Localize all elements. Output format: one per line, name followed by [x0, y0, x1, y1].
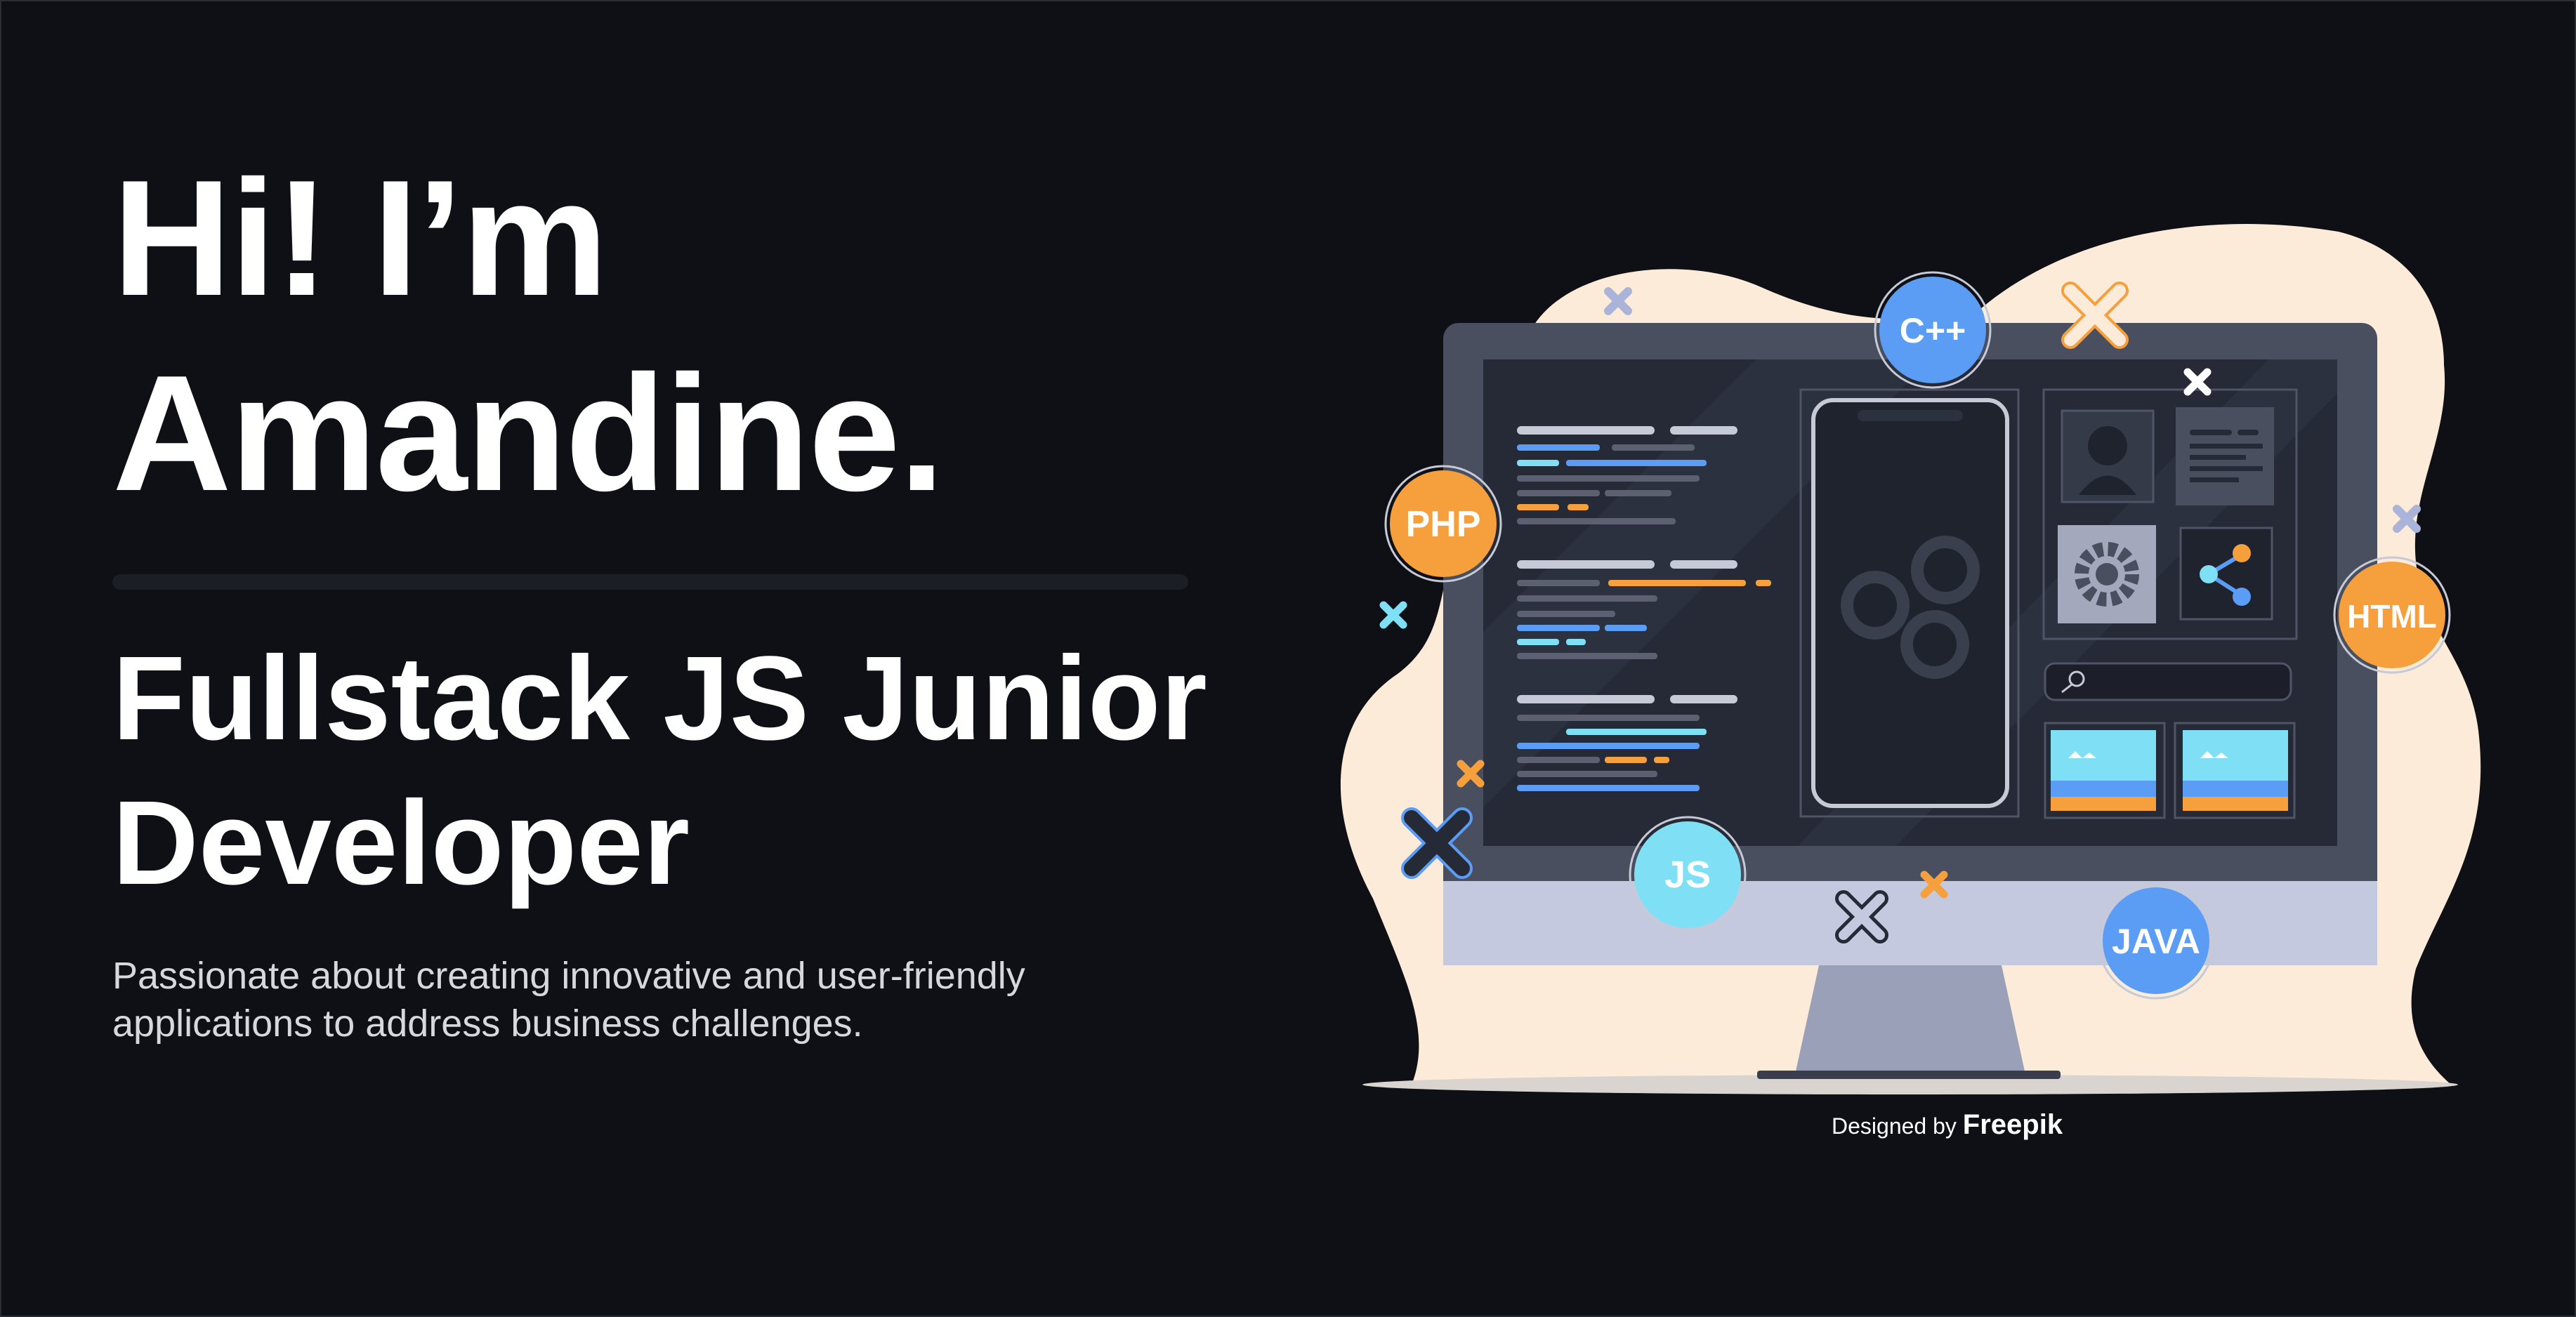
monitor-chin-corners	[1443, 881, 2377, 965]
js-badge: JS	[1629, 816, 1747, 934]
role-line-2: Developer	[112, 776, 690, 910]
credit-prefix: Designed by	[1832, 1113, 1957, 1139]
cpp-badge-label: C++	[1900, 311, 1966, 350]
tagline: Passionate about creating innovative and…	[112, 952, 1236, 1047]
developer-monitor-illustration: C++ PHP HTML JS JAVA	[1340, 224, 2481, 1094]
role-title: Fullstack JS Junior Developer	[112, 626, 1236, 915]
credit-brand: Freepik	[1962, 1109, 2063, 1140]
tagline-line-1: Passionate about creating innovative and…	[112, 955, 1025, 997]
headline-name: Amandine.	[112, 340, 945, 525]
php-badge-label: PHP	[1406, 504, 1481, 545]
role-line-1: Fullstack JS Junior	[112, 632, 1207, 765]
html-badge: HTML	[2333, 556, 2451, 674]
freepik-credit: Designed by Freepik	[1832, 1109, 2063, 1141]
php-badge: PHP	[1384, 465, 1502, 583]
headline-greeting: Hi! I’m	[112, 145, 608, 330]
html-badge-label: HTML	[2347, 598, 2437, 635]
hero-text: Hi! I’m Amandine. Fullstack JS Junior De…	[112, 140, 1236, 1047]
tagline-line-2: applications to address business challen…	[112, 1002, 863, 1045]
js-badge-label: JS	[1664, 854, 1711, 896]
cpp-badge: C++	[1874, 271, 1992, 389]
phone-mockup	[1799, 388, 2020, 818]
profile-avatar-icon	[2088, 426, 2127, 465]
java-badge: JAVA	[2097, 882, 2215, 1000]
monitor-stand	[1794, 965, 2026, 1078]
divider	[112, 574, 1188, 590]
monitor-base	[1757, 1071, 2061, 1079]
java-badge-label: JAVA	[2112, 922, 2200, 961]
headline: Hi! I’m Amandine.	[112, 140, 1236, 531]
